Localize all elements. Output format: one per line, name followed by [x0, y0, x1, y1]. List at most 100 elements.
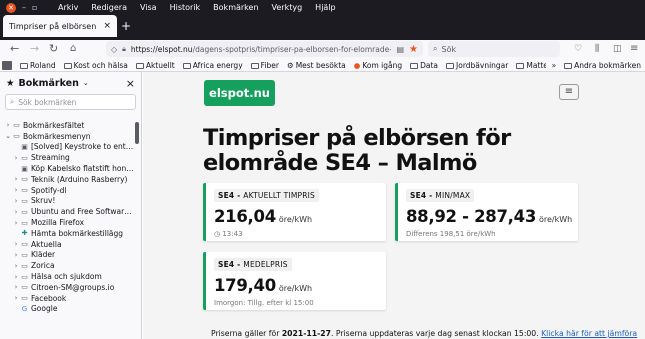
url-bar[interactable]: ◇ 🔒︎ https://elspot.nu/dagens-spotpris/t…	[106, 41, 423, 57]
twisty-icon[interactable]: ›	[12, 251, 20, 259]
sidebar-title[interactable]: Bokmärken	[19, 78, 79, 89]
web-page: elspot.nu ≡ Timpriser på elbörsen för el…	[143, 72, 645, 339]
sidebar-button-icon[interactable]	[2, 60, 12, 70]
sidebar-bookmark-item[interactable]: ⌄ ▭ Bokmärkesmenyn	[0, 131, 134, 142]
sidebar-bookmark-item[interactable]: › ▭ Ubuntu and Free Software li...	[0, 206, 134, 217]
bookmark-roland[interactable]: Roland	[20, 61, 56, 70]
bookmark-fiber[interactable]: Fiber	[250, 61, 279, 70]
twisty-icon[interactable]: ›	[12, 262, 20, 270]
folder-icon	[20, 62, 28, 69]
sidebar-bookmark-item[interactable]: ▣[Solved] Keystroke to enter t...	[0, 142, 134, 153]
chevron-down-icon[interactable]: ⌄	[83, 79, 89, 87]
tab-close-icon[interactable]: ×	[103, 21, 111, 31]
sidebar-bookmark-item[interactable]: › ▭ Spotify-dl	[0, 185, 134, 196]
bookmark-matte[interactable]: Matte	[516, 61, 548, 70]
gear-icon: ⚙	[286, 60, 294, 70]
site-logo[interactable]: elspot.nu	[204, 80, 275, 106]
twisty-icon[interactable]: ›	[12, 273, 20, 281]
sidebar-bookmark-item[interactable]: › ▭ Bokmärkesfältet	[0, 120, 134, 131]
menu-visa[interactable]: Visa	[140, 3, 157, 13]
menu-bokmarken[interactable]: Bokmärken	[213, 3, 258, 13]
search-icon: ⌕	[433, 44, 438, 53]
sidebar-toggle-icon[interactable]: ◫	[613, 40, 622, 58]
twisty-icon[interactable]: ›	[12, 197, 20, 205]
menu-hjalp[interactable]: Hjälp	[315, 3, 335, 13]
twisty-icon[interactable]: ›	[4, 121, 12, 129]
pocket-icon[interactable]: ♡	[574, 40, 582, 58]
sidebar-bookmark-item[interactable]: › ▭ Teknik (Arduino Rasberry)	[0, 174, 134, 185]
twisty-icon[interactable]: ⌄	[4, 132, 12, 140]
twisty-icon[interactable]: ›	[12, 208, 20, 216]
window-maximize-icon[interactable]: ▫	[32, 3, 37, 13]
twisty-icon[interactable]: ›	[12, 154, 20, 162]
menu-verktyg[interactable]: Verktyg	[272, 3, 303, 13]
shield-icon[interactable]: ◇	[111, 45, 117, 54]
bookmarks-overflow-button[interactable]: »	[552, 61, 557, 70]
lock-icon[interactable]: 🔒︎	[122, 45, 126, 54]
menu-arkiv[interactable]: Arkiv	[58, 3, 78, 13]
bookmark-kom-igang[interactable]: ● Kom igång	[354, 61, 402, 70]
back-icon[interactable]: ←	[10, 40, 19, 58]
folder-icon: ▭	[21, 240, 28, 249]
navigation-toolbar: ← → ↻ ⌂ ◇ 🔒︎ https://elspot.nu/dagens-sp…	[0, 40, 645, 58]
twisty-icon[interactable]: ›	[12, 186, 20, 194]
twisty-icon[interactable]: ›	[12, 283, 20, 291]
window-close-icon[interactable]: ✕	[6, 3, 16, 13]
bookmark-label: Kost och hälsa	[73, 60, 128, 70]
sidebar-bookmark-item[interactable]: › ▭ Aktuella	[0, 239, 134, 250]
forward-icon[interactable]: →	[30, 40, 39, 58]
tab-active[interactable]: Timpriser på elbörsen för elområde SE4 –…	[3, 15, 117, 37]
other-bookmarks[interactable]: Andra bokmärken	[564, 61, 641, 70]
sidebar-bookmark-item[interactable]: › ▭ Kläder	[0, 250, 134, 261]
sidebar-bookmark-label: [Solved] Keystroke to enter t...	[31, 142, 134, 152]
sidebar-bookmark-item[interactable]: › ▭ Citroen-SM@groups.io	[0, 282, 134, 293]
folder-icon: ▭	[13, 121, 20, 130]
sidebar-bookmark-label: Zorica	[31, 261, 55, 271]
app-menu-icon[interactable]: ≡	[630, 40, 638, 58]
bookmark-jordbavningar[interactable]: Jordbävningar	[446, 61, 508, 70]
new-tab-button[interactable]: +	[121, 17, 131, 35]
sidebar-bookmark-item[interactable]: ✚ Hämta bokmärkestillägg	[0, 228, 134, 239]
twisty-icon[interactable]: ›	[12, 175, 20, 183]
search-bar[interactable]: ⌕ Sök	[428, 41, 560, 57]
compare-link[interactable]: Klicka här för att jämföra	[541, 329, 637, 338]
sidebar-bookmark-item[interactable]: › ▭ Mozilla Firefox	[0, 217, 134, 228]
card-label: SE4 - MIN/MAX	[406, 189, 475, 202]
sidebar-scrollbar[interactable]	[135, 122, 139, 144]
reload-icon[interactable]: ↻	[49, 40, 58, 58]
menu-redigera[interactable]: Redigera	[91, 3, 127, 13]
sidebar-bookmark-label: Skruv!	[31, 196, 56, 206]
sidebar-bookmark-item[interactable]: › ▭ Hälsa och sjukdom	[0, 271, 134, 282]
twisty-icon[interactable]: ›	[12, 294, 20, 302]
home-icon[interactable]: ⌂	[70, 40, 76, 58]
star-icon: ★	[6, 77, 15, 89]
sidebar-bookmark-item[interactable]: G Google	[0, 304, 134, 315]
twisty-icon[interactable]: ›	[12, 240, 20, 248]
menu-historik[interactable]: Historik	[170, 3, 201, 13]
sidebar-bookmark-item[interactable]: › ▭ Facebook	[0, 293, 134, 304]
sidebar-bookmark-item[interactable]: › ▭ Skruv!	[0, 196, 134, 207]
sidebar-bookmark-item[interactable]: › ▭ Zorica	[0, 260, 134, 271]
window-minimize-icon[interactable]: –	[22, 3, 26, 13]
bookmark-africa-energy[interactable]: Africa energy	[182, 61, 243, 70]
site-menu-button[interactable]: ≡	[559, 84, 579, 100]
bookmark-kost-och-halsa[interactable]: Kost och hälsa	[63, 60, 128, 70]
twisty-icon[interactable]: ›	[12, 219, 20, 227]
sidebar-close-icon[interactable]: ×	[126, 77, 135, 90]
reader-view-icon[interactable]: ▤	[396, 45, 404, 54]
url-text[interactable]: https://elspot.nu/dagens-spotpris/timpri…	[131, 45, 392, 54]
sidebar-bookmark-item[interactable]: › ▭ Streaming	[0, 152, 134, 163]
bookmark-aktuellt[interactable]: Aktuellt	[135, 61, 175, 70]
card-unit: öre/kWh	[278, 284, 313, 293]
bookmark-star-icon[interactable]: ★	[409, 44, 418, 55]
bookmark-mest-besokta[interactable]: ⚙ Mest besökta	[287, 61, 346, 70]
sidebar-bookmark-item[interactable]: ▣ Köp Kabelsko flatstift hona 1...	[0, 163, 134, 174]
sidebar-search-input[interactable]: ⌕ Sök bokmärken	[5, 94, 136, 110]
folder-icon	[250, 62, 259, 69]
hamburger-icon: ≡	[564, 86, 574, 97]
card-value: 216,04	[214, 207, 276, 226]
bookmark-data[interactable]: Data	[410, 61, 438, 70]
card-kind: MIN/MAX	[435, 191, 471, 200]
library-icon[interactable]: ⫼	[595, 40, 599, 58]
title-bar: ✕ – ▫ Arkiv Redigera Visa Historik Bokmä…	[0, 0, 645, 40]
